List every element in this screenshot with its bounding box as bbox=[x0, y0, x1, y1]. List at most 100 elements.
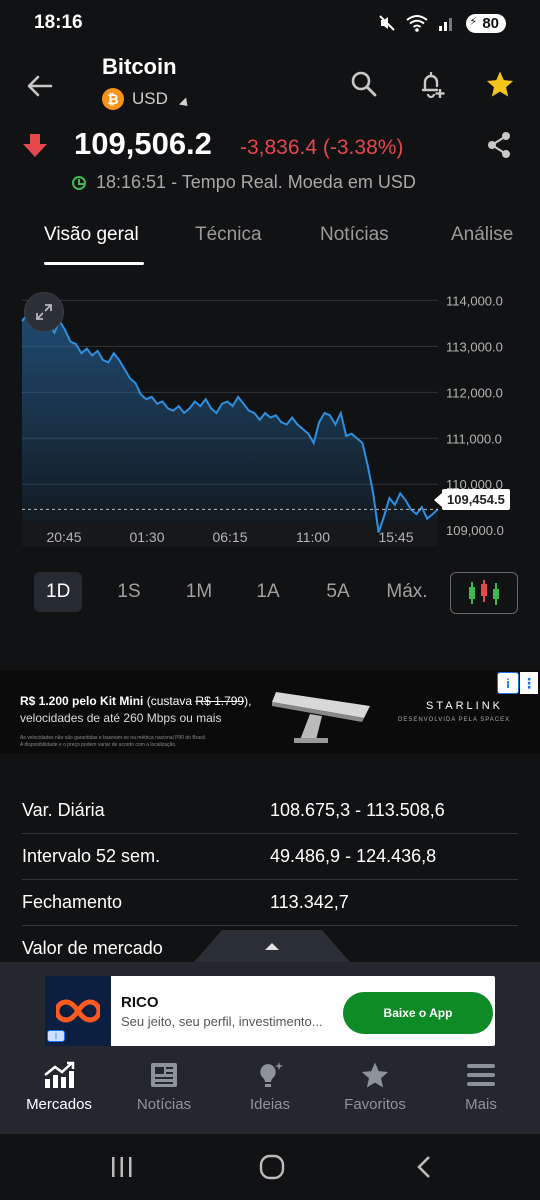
rico-ad[interactable]: i RICO Seu jeito, seu perfil, investimen… bbox=[45, 976, 495, 1046]
stat-row: Fechamento 113.342,7 bbox=[22, 880, 518, 926]
last-price: 109,506.2 bbox=[74, 126, 212, 161]
ad-info-icon[interactable]: i bbox=[47, 1030, 65, 1042]
instrument-title: Bitcoin bbox=[102, 54, 177, 79]
stat-row: Var. Diária 108.675,3 - 113.508,6 bbox=[22, 788, 518, 834]
x-tick-label: 20:45 bbox=[46, 529, 81, 545]
wifi-icon bbox=[406, 15, 428, 32]
newspaper-icon bbox=[151, 1063, 177, 1087]
rico-ad-description: Seu jeito, seu perfil, investimento... bbox=[121, 1014, 323, 1029]
range-max[interactable]: Máx. bbox=[384, 572, 430, 612]
realtime-info: 18:16:51 - Tempo Real. Moeda em USD bbox=[72, 172, 416, 193]
back-button[interactable] bbox=[22, 68, 58, 104]
clock-icon bbox=[72, 175, 86, 190]
range-1a[interactable]: 1A bbox=[245, 572, 291, 612]
stat-value: 113.342,7 bbox=[270, 892, 349, 912]
nav-label: Mercados bbox=[26, 1096, 92, 1113]
nav-ideas[interactable]: Ideias bbox=[220, 1058, 320, 1128]
lightbulb-icon bbox=[260, 1062, 283, 1087]
candlestick-icon bbox=[469, 580, 499, 605]
ad-headline: R$ 1.200 pelo Kit Mini (custava R$ 1.799… bbox=[20, 694, 251, 708]
price-change: -3,836.4 (-3.38%) bbox=[240, 136, 404, 159]
share-icon bbox=[488, 132, 510, 158]
nav-label: Mais bbox=[465, 1096, 497, 1113]
x-tick-label: 01:30 bbox=[129, 529, 164, 545]
ad-speed-text: velocidades de até 260 Mbps ou mais bbox=[20, 711, 222, 725]
download-app-button[interactable]: Baixe o App bbox=[343, 992, 493, 1034]
ad-brand-sub: DESENVOLVIDA PELA SPACEX bbox=[398, 717, 511, 723]
favorite-button[interactable] bbox=[482, 66, 518, 102]
quote-row: 109,506.2 -3,836.4 (-3.38%) bbox=[0, 126, 540, 166]
x-tick-label: 15:45 bbox=[378, 529, 413, 545]
nav-markets[interactable]: Mercados bbox=[9, 1058, 109, 1128]
tab-news[interactable]: Notícias bbox=[320, 224, 389, 246]
y-tick-label: 112,000.0 bbox=[446, 385, 503, 400]
range-1s[interactable]: 1S bbox=[106, 572, 152, 612]
y-tick-label: 113,000.0 bbox=[446, 339, 503, 354]
currency-label: USD bbox=[132, 89, 168, 108]
x-tick-label: 11:00 bbox=[296, 529, 330, 545]
price-chart[interactable]: 114,000.0 113,000.0 112,000.0 111,000.0 110,… bbox=[0, 282, 540, 552]
ad-fine-print-line: A disponibilidade e o preço podem variar… bbox=[20, 742, 177, 748]
last-price-tag: 109,454.5 bbox=[434, 489, 510, 510]
tab-overview[interactable]: Visão geral bbox=[44, 224, 139, 246]
nav-news[interactable]: Notícias bbox=[114, 1058, 214, 1128]
status-time: 18:16 bbox=[34, 12, 83, 33]
star-icon bbox=[361, 1062, 389, 1088]
tab-analysis[interactable]: Análise bbox=[451, 224, 513, 246]
currency-selector[interactable]: ₿ USD bbox=[102, 88, 191, 110]
bottom-panel: i RICO Seu jeito, seu perfil, investimen… bbox=[0, 962, 540, 1134]
status-icons: 80 bbox=[378, 13, 506, 33]
rico-infinity-icon bbox=[56, 999, 100, 1023]
ad-price-prefix: (custava bbox=[143, 694, 196, 708]
status-bar: 18:16 80 bbox=[0, 0, 540, 46]
expand-chart-button[interactable] bbox=[24, 292, 64, 332]
y-tick-label: 109,000.0 bbox=[446, 523, 504, 538]
price-area bbox=[22, 314, 438, 533]
price-chart-svg: 114,000.0113,000.0112,000.0111,000.0110,… bbox=[21, 293, 504, 546]
ad-menu-icon[interactable]: ⋮ bbox=[520, 672, 538, 694]
y-tick-label: 114,000.0 bbox=[446, 293, 503, 308]
bell-plus-icon bbox=[421, 72, 445, 99]
section-tabs: Visão geral Técnica Notícias Análise bbox=[0, 218, 540, 266]
ad-fine-print-line: As velocidades não são garantidas e base… bbox=[20, 735, 207, 741]
search-icon bbox=[351, 71, 377, 97]
share-button[interactable] bbox=[484, 130, 514, 165]
active-tab-indicator bbox=[44, 262, 144, 265]
arrow-left-icon bbox=[27, 75, 53, 97]
system-back-button[interactable] bbox=[404, 1150, 444, 1184]
home-button[interactable] bbox=[252, 1150, 292, 1184]
search-button[interactable] bbox=[346, 66, 382, 102]
battery-indicator: 80 bbox=[466, 13, 506, 33]
recent-apps-button[interactable] bbox=[102, 1150, 142, 1184]
realtime-text: 18:16:51 - Tempo Real. Moeda em USD bbox=[96, 172, 416, 192]
x-tick-label: 06:15 bbox=[212, 529, 247, 545]
starlink-ad-banner[interactable]: R$ 1.200 pelo Kit Mini (custava R$ 1.799… bbox=[0, 670, 540, 754]
expand-icon bbox=[36, 304, 52, 320]
add-alert-button[interactable] bbox=[414, 66, 450, 102]
signal-icon bbox=[439, 18, 453, 31]
nav-more[interactable]: Mais bbox=[431, 1058, 531, 1128]
rico-ad-title: RICO bbox=[121, 994, 159, 1011]
range-5a[interactable]: 5A bbox=[315, 572, 361, 612]
nav-label: Favoritos bbox=[344, 1096, 406, 1113]
recent-apps-icon bbox=[112, 1157, 132, 1177]
ad-info-icon[interactable]: i bbox=[497, 672, 519, 694]
hamburger-menu-icon bbox=[467, 1064, 495, 1086]
app-header: Bitcoin ₿ USD bbox=[0, 48, 540, 124]
star-filled-icon bbox=[486, 71, 514, 97]
starlink-dish-image bbox=[272, 692, 370, 743]
home-icon bbox=[259, 1154, 285, 1180]
dropdown-caret-icon bbox=[178, 96, 191, 110]
range-1d[interactable]: 1D bbox=[34, 572, 83, 612]
system-navigation-bar bbox=[0, 1134, 540, 1200]
ad-price-suffix: ), bbox=[244, 694, 252, 708]
ad-offer: R$ 1.200 pelo Kit Mini bbox=[20, 694, 144, 708]
stat-label: Fechamento bbox=[22, 892, 123, 912]
tab-technical[interactable]: Técnica bbox=[195, 224, 262, 246]
nav-favorites[interactable]: Favoritos bbox=[325, 1058, 425, 1128]
candlestick-toggle-button[interactable] bbox=[450, 572, 518, 614]
nav-label: Ideias bbox=[249, 1096, 291, 1113]
chevron-up-icon bbox=[265, 942, 279, 950]
stat-value: 108.675,3 - 113.508,6 bbox=[270, 800, 445, 820]
range-1m[interactable]: 1M bbox=[176, 572, 222, 612]
